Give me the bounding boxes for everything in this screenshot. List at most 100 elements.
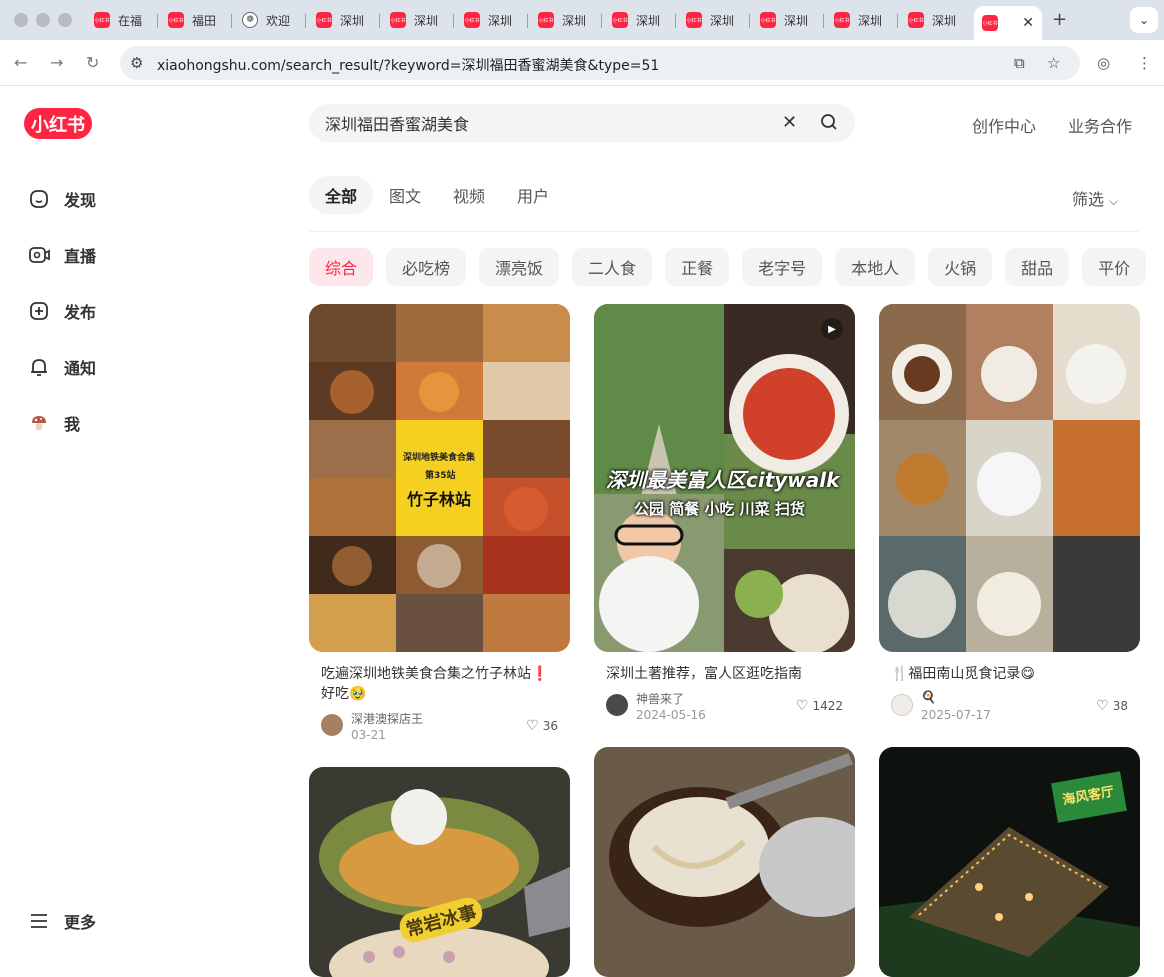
note-date: 03-21 <box>351 728 386 742</box>
tab-image-text[interactable]: 图文 <box>373 176 437 214</box>
note-title[interactable]: 深圳土著推荐，富人区逛吃指南 <box>594 664 855 684</box>
reload-button[interactable]: ↻ <box>86 53 99 72</box>
author-name[interactable]: 🍳 <box>921 690 936 704</box>
tab-users[interactable]: 用户 <box>501 176 565 214</box>
chevron-down-icon: ⌵ <box>1109 194 1119 208</box>
bookmark-star-icon[interactable]: ☆ <box>1047 54 1060 72</box>
xiaohongshu-favicon: 小红书 <box>612 12 628 28</box>
chip-hotpot[interactable]: 火锅 <box>928 248 993 286</box>
sidebar-item-me[interactable]: 我 <box>28 411 80 435</box>
site-settings-icon[interactable]: ⚙ <box>130 54 143 72</box>
sidebar-item-discover[interactable]: 发现 <box>28 187 96 211</box>
note-cover-image[interactable]: 海风客厅 <box>879 747 1140 977</box>
note-card[interactable] <box>594 747 855 977</box>
close-tab-icon[interactable]: ✕ <box>1022 15 1034 31</box>
sidebar-item-publish[interactable]: 发布 <box>28 299 96 323</box>
browser-tab[interactable]: 小红书 深圳 <box>538 6 598 34</box>
note-card[interactable]: 🍴福田南山觅食记录😋 🍳 2025-07-17 ♡ 38 <box>879 304 1140 728</box>
browser-tab[interactable]: 小红书 福田 <box>168 6 228 34</box>
chip-two-person[interactable]: 二人食 <box>572 248 653 286</box>
address-bar[interactable]: ⚙ xiaohongshu.com/search_result/?keyword… <box>120 46 1080 80</box>
close-window-button[interactable] <box>14 13 28 27</box>
xiaohongshu-favicon: 小红书 <box>94 12 110 28</box>
note-meta: 神兽来了 2024-05-16 ♡ 1422 <box>594 690 855 728</box>
chip-must-eat[interactable]: 必吃榜 <box>386 248 467 286</box>
back-button[interactable]: ← <box>14 53 27 72</box>
tab-label: 深圳 <box>636 13 661 28</box>
sidebar-item-label: 我 <box>64 415 81 434</box>
note-card[interactable]: 常岩冰事 <box>309 767 570 977</box>
profile-icon[interactable]: ◎ <box>1097 54 1110 72</box>
chip-affordable[interactable]: 平价 <box>1082 248 1147 286</box>
business-link[interactable]: 业务合作 <box>1068 113 1132 137</box>
tab-label: 深圳 <box>932 13 957 28</box>
avatar[interactable] <box>606 694 628 716</box>
tab-all[interactable]: 全部 <box>309 176 374 214</box>
creator-center-link[interactable]: 创作中心 <box>972 113 1036 137</box>
browser-tab[interactable]: 小红书 深圳 <box>834 6 894 34</box>
new-tab-button[interactable]: + <box>1052 9 1067 30</box>
browser-tab[interactable]: 小红书 深圳 <box>612 6 672 34</box>
search-input[interactable] <box>325 113 765 132</box>
cover-text: 公园 简餐 小吃 川菜 扫货 <box>634 500 805 518</box>
xiaohongshu-favicon: 小红书 <box>464 12 480 28</box>
note-cover-image[interactable]: 常岩冰事 <box>309 767 570 977</box>
avatar[interactable] <box>321 714 343 736</box>
minimize-window-button[interactable] <box>36 13 50 27</box>
close-icon[interactable]: ✕ <box>782 112 797 133</box>
tab-label: 深圳 <box>488 13 513 28</box>
xiaohongshu-favicon: 小红书 <box>168 12 184 28</box>
sidebar-item-notifications[interactable]: 通知 <box>28 355 96 379</box>
xiaohongshu-favicon: 小红书 <box>834 12 850 28</box>
chip-comprehensive[interactable]: 综合 <box>309 248 374 286</box>
browser-tab-active[interactable]: 小红书 ✕ <box>974 6 1042 40</box>
note-card[interactable]: 海风客厅 <box>879 747 1140 977</box>
tab-video[interactable]: 视频 <box>437 176 501 214</box>
avatar[interactable] <box>891 694 913 716</box>
note-cover-image[interactable]: 深圳地铁美食合集 第35站 竹子林站 <box>309 304 570 652</box>
note-card[interactable]: 深圳地铁美食合集 第35站 竹子林站 吃遍深圳地铁美食合集之竹子林站❗好吃🥹 深… <box>309 304 570 748</box>
note-cover-image[interactable]: ▶ 深圳最美富人区citywalk 公园 简餐 小吃 川菜 扫货 <box>594 304 855 652</box>
browser-tab[interactable]: 小红书 深圳 <box>390 6 450 34</box>
chip-local[interactable]: 本地人 <box>835 248 916 286</box>
zoom-window-button[interactable] <box>58 13 72 27</box>
note-cover-image[interactable] <box>879 304 1140 652</box>
url-text[interactable]: xiaohongshu.com/search_result/?keyword=深… <box>157 55 659 75</box>
author-name[interactable]: 神兽来了 <box>636 690 684 707</box>
browser-tab[interactable]: 小红书 深圳 <box>316 6 376 34</box>
forward-button[interactable]: → <box>50 53 63 72</box>
sidebar-more[interactable]: 更多 <box>28 909 96 933</box>
chip-dessert[interactable]: 甜品 <box>1005 248 1070 286</box>
note-title[interactable]: 🍴福田南山觅食记录😋 <box>879 664 1140 684</box>
like-button[interactable]: ♡ 36 <box>526 718 558 734</box>
note-date: 2024-05-16 <box>636 708 706 722</box>
author-name[interactable]: 深港澳探店王 <box>351 710 423 727</box>
filter-label: 筛选 <box>1072 190 1105 209</box>
like-button[interactable]: ♡ 38 <box>1096 698 1128 714</box>
sidebar-item-label: 直播 <box>64 247 97 266</box>
note-card[interactable]: ▶ 深圳最美富人区citywalk 公园 简餐 小吃 川菜 扫货 深圳土著推荐，… <box>594 304 855 728</box>
install-app-icon[interactable]: ⧉ <box>1014 54 1025 72</box>
browser-tab[interactable]: 小红书 深圳 <box>908 6 968 34</box>
home-icon <box>28 188 50 210</box>
chip-pretty-meal[interactable]: 漂亮饭 <box>479 248 560 286</box>
browser-menu-icon[interactable]: ⋮ <box>1137 54 1152 72</box>
browser-tab[interactable]: 小红书 深圳 <box>760 6 820 34</box>
search-icon[interactable] <box>820 113 838 135</box>
browser-tab[interactable]: 小红书 深圳 <box>464 6 524 34</box>
search-box: ✕ <box>309 104 855 142</box>
note-cover-image[interactable] <box>594 747 855 977</box>
tab-search-button[interactable]: ⌄ <box>1130 7 1158 33</box>
chip-time-honored[interactable]: 老字号 <box>742 248 823 286</box>
xiaohongshu-logo[interactable]: 小红书 <box>24 108 92 139</box>
xiaohongshu-favicon: 小红书 <box>982 15 998 31</box>
note-title[interactable]: 吃遍深圳地铁美食合集之竹子林站❗好吃🥹 <box>309 664 570 704</box>
cover-text: 竹子林站 <box>407 490 472 509</box>
sidebar-item-live[interactable]: 直播 <box>28 243 96 267</box>
filter-button[interactable]: 筛选 ⌵ <box>1072 186 1118 210</box>
browser-tab[interactable]: 小红书 深圳 <box>686 6 746 34</box>
browser-tab[interactable]: ❁ 欢迎 <box>242 6 302 34</box>
browser-tab[interactable]: 小红书 在福 <box>94 6 154 34</box>
like-button[interactable]: ♡ 1422 <box>796 698 843 714</box>
chip-main-meal[interactable]: 正餐 <box>665 248 730 286</box>
